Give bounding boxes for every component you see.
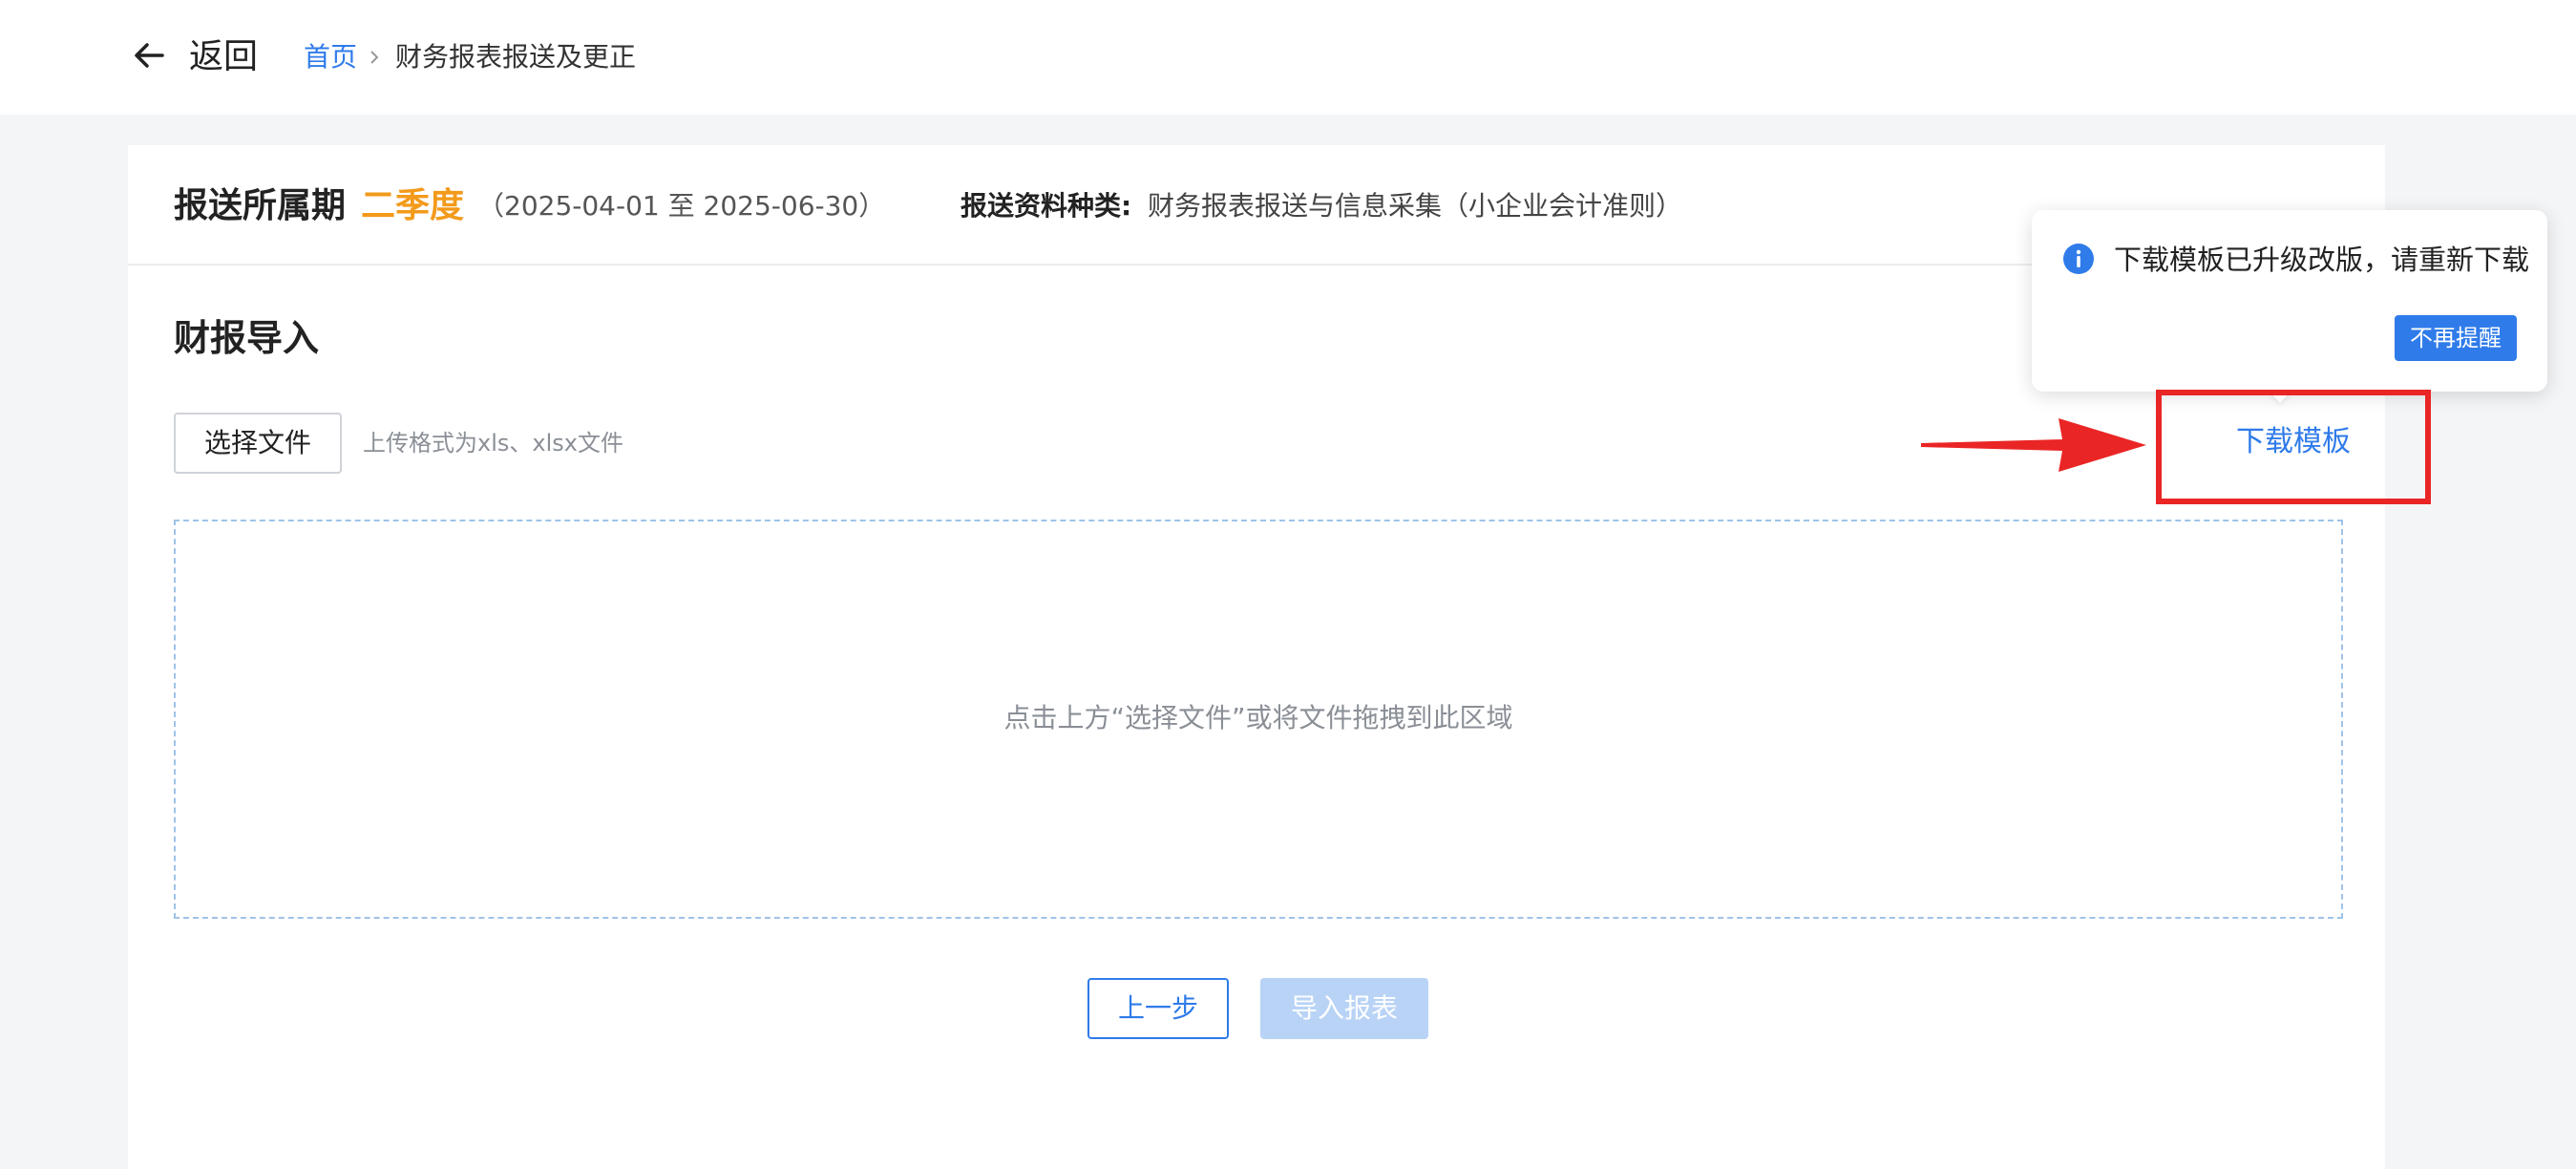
period-label: 报送所属期 <box>174 186 347 225</box>
upgrade-notice-popover: 下载模板已升级改版，请重新下载 不再提醒 <box>2032 210 2547 403</box>
report-type-value: 财务报表报送与信息采集（小企业会计准则） <box>1148 190 1683 222</box>
file-drop-zone[interactable]: 点击上方“选择文件”或将文件拖拽到此区域 <box>174 520 2343 919</box>
breadcrumb-home[interactable]: 首页 <box>304 38 357 76</box>
annotation-highlight-box <box>2156 390 2431 504</box>
upload-hint: 上传格式为xls、xlsx文件 <box>363 430 623 457</box>
section-title: 财报导入 <box>174 317 320 359</box>
prev-step-button[interactable]: 上一步 <box>1087 978 1229 1039</box>
drop-zone-text: 点击上方“选择文件”或将文件拖拽到此区域 <box>1003 702 1513 733</box>
import-report-button: 导入报表 <box>1260 978 1428 1039</box>
choose-file-button[interactable]: 选择文件 <box>174 413 342 474</box>
popover-message: 下载模板已升级改版，请重新下载 <box>2114 244 2530 276</box>
arrow-left-icon[interactable] <box>132 38 166 73</box>
annotation-arrow-icon <box>1921 418 2146 472</box>
chevron-right-icon <box>370 51 379 64</box>
period-quarter: 二季度 <box>361 186 465 225</box>
report-type-label: 报送资料种类: <box>961 190 1132 222</box>
info-icon <box>2063 244 2094 274</box>
back-button[interactable]: 返回 <box>189 34 258 80</box>
period-range: （2025-04-01 至 2025-06-30） <box>477 190 886 222</box>
dont-remind-button[interactable]: 不再提醒 <box>2395 315 2517 361</box>
breadcrumb-current: 财务报表报送及更正 <box>395 41 637 73</box>
top-bar: 返回 首页 财务报表报送及更正 <box>0 0 2576 115</box>
